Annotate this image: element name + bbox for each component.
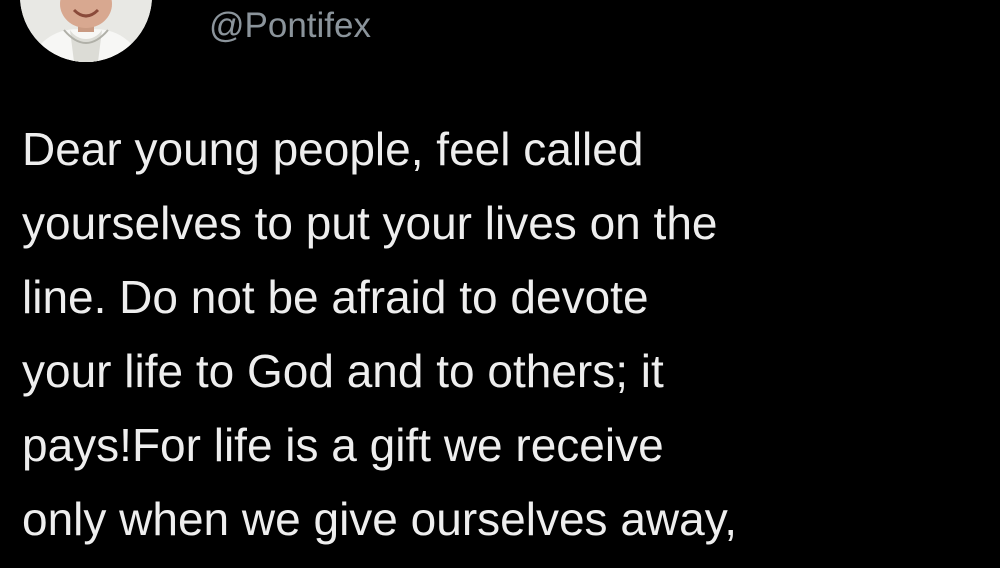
tweet-text-line: yourselves to put your lives on the (22, 197, 718, 249)
user-handle[interactable]: @Pontifex (209, 6, 371, 46)
tweet-text-line: line. Do not be afraid to devote (22, 271, 649, 323)
tweet-text-line: pays!For life is a gift we receive (22, 419, 664, 471)
tweet-text: Dear young people, feel called yourselve… (22, 112, 992, 556)
tweet-text-line: only when we give ourselves away, (22, 493, 738, 545)
profile-photo-icon (20, 0, 152, 62)
avatar[interactable] (20, 0, 152, 62)
tweet-text-line: your life to God and to others; it (22, 345, 664, 397)
tweet-text-line: Dear young people, feel called (22, 123, 644, 175)
tweet-card: @Pontifex Dear young people, feel called… (0, 0, 1000, 568)
